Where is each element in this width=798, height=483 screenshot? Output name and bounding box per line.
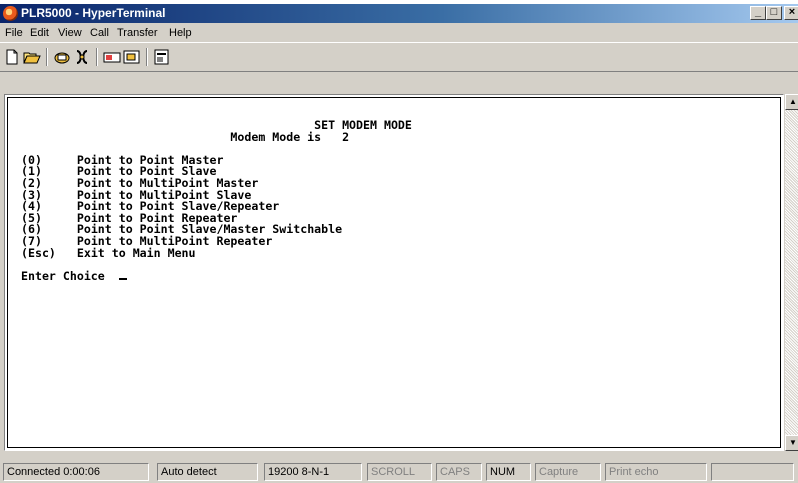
option-label: Exit to Main Menu bbox=[76, 245, 196, 260]
vertical-scrollbar[interactable]: ▲ ▼ bbox=[785, 94, 798, 451]
menu-bar: File Edit View Call Transfer Help bbox=[0, 24, 798, 42]
menu-call[interactable]: Call bbox=[90, 27, 109, 39]
status-caps: CAPS bbox=[436, 463, 482, 481]
status-bar: Connected 0:00:06 Auto detect 19200 8-N-… bbox=[0, 460, 798, 483]
option-key: (Esc) bbox=[21, 245, 70, 260]
new-document-icon[interactable] bbox=[2, 47, 22, 67]
option-row: (Esc) Exit to Main Menu bbox=[21, 246, 196, 260]
terminal-frame: SET MODEM MODE Modem Mode is 2 (0) Point… bbox=[4, 94, 784, 451]
input-prompt: Enter Choice bbox=[21, 268, 105, 283]
terminal-output: SET MODEM MODE Modem Mode is 2 (0) Point… bbox=[21, 119, 412, 283]
toolbar-separator bbox=[146, 48, 148, 66]
disconnect-phone-icon[interactable] bbox=[72, 47, 92, 67]
status-num: NUM bbox=[486, 463, 531, 481]
status-scroll: SCROLL bbox=[367, 463, 432, 481]
hyperterminal-app-icon[interactable] bbox=[3, 6, 18, 21]
close-button[interactable]: × bbox=[784, 6, 798, 20]
terminal-screen[interactable]: SET MODEM MODE Modem Mode is 2 (0) Point… bbox=[7, 97, 781, 448]
menu-edit[interactable]: Edit bbox=[30, 27, 49, 39]
status-connection-time: Connected 0:00:06 bbox=[3, 463, 149, 481]
toolbar-separator bbox=[96, 48, 98, 66]
toolbar-separator bbox=[46, 48, 48, 66]
send-icon[interactable] bbox=[102, 47, 122, 67]
text-cursor bbox=[118, 277, 127, 280]
scroll-up-button[interactable]: ▲ bbox=[785, 94, 798, 110]
title-bar[interactable]: PLR5000 - HyperTerminal _ □ × bbox=[0, 4, 798, 23]
status-empty-panel bbox=[711, 463, 794, 481]
status-capture: Capture bbox=[535, 463, 601, 481]
menu-file[interactable]: File bbox=[5, 27, 23, 39]
hyperterminal-window: PLR5000 - HyperTerminal _ □ × File Edit … bbox=[0, 4, 798, 483]
receive-icon[interactable] bbox=[122, 47, 142, 67]
toolbar bbox=[0, 42, 798, 72]
minimize-button[interactable]: _ bbox=[750, 6, 766, 20]
menu-view[interactable]: View bbox=[58, 27, 82, 39]
menu-help[interactable]: Help bbox=[169, 27, 192, 39]
menu-transfer[interactable]: Transfer bbox=[117, 27, 158, 39]
open-folder-icon[interactable] bbox=[22, 47, 42, 67]
scroll-down-button[interactable]: ▼ bbox=[785, 435, 798, 451]
status-port-settings: 19200 8-N-1 bbox=[264, 463, 362, 481]
maximize-button[interactable]: □ bbox=[766, 6, 782, 20]
modem-mode-line: Modem Mode is 2 bbox=[21, 129, 350, 144]
status-print-echo: Print echo bbox=[605, 463, 707, 481]
properties-icon[interactable] bbox=[152, 47, 172, 67]
window-title: PLR5000 - HyperTerminal bbox=[21, 6, 166, 20]
connect-phone-icon[interactable] bbox=[52, 47, 72, 67]
status-auto-detect: Auto detect bbox=[157, 463, 258, 481]
